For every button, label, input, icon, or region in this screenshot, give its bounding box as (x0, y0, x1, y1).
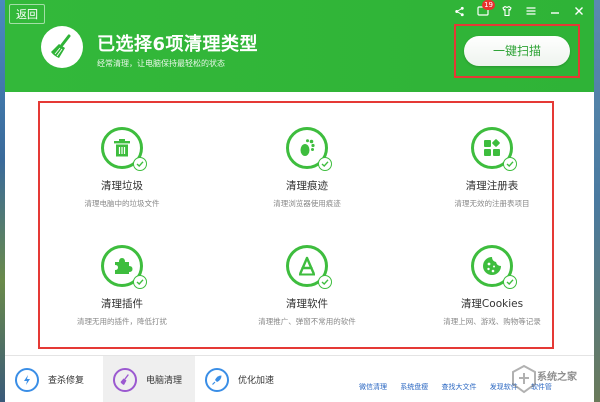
page-subtitle: 经常清理，让电脑保持最轻松的状态 (97, 59, 225, 68)
option-description: 清理推广、弹窗不常用的软件 (258, 317, 356, 326)
check-icon (318, 157, 332, 171)
option-description: 清理电脑中的垃圾文件 (84, 199, 160, 208)
check-icon (503, 157, 517, 171)
option-description: 清理浏览器使用痕迹 (273, 199, 341, 208)
option-title: 清理注册表 (465, 180, 519, 192)
page-title: 已选择6项清理类型 (97, 34, 259, 55)
notification-icon[interactable]: 19 (476, 0, 495, 18)
tool-link-wechat-cleanup[interactable]: 微信清理 (359, 383, 387, 391)
rocket-icon (205, 367, 229, 392)
check-icon (318, 275, 332, 289)
app-icon (286, 245, 332, 289)
tool-link-find-large-files[interactable]: 查找大文件 (441, 383, 476, 391)
menu-icon[interactable] (524, 4, 538, 18)
option-clean-cookies[interactable]: 清理Cookies 清理上网、游戏、购物等记录 (417, 245, 567, 327)
registry-icon (471, 127, 517, 171)
check-icon (503, 275, 517, 289)
option-clean-software[interactable]: 清理软件 清理推广、弹窗不常用的软件 (232, 245, 382, 327)
tab-label: 查杀修复 (48, 376, 85, 386)
skin-icon[interactable] (500, 4, 514, 18)
desktop-background-right (593, 0, 600, 402)
tab-label: 优化加速 (238, 376, 275, 386)
back-button[interactable]: 返回 (9, 4, 45, 24)
option-clean-traces[interactable]: 清理痕迹 清理浏览器使用痕迹 (232, 127, 382, 209)
notification-badge: 19 (482, 0, 495, 10)
option-clean-junk[interactable]: 清理垃圾 清理电脑中的垃圾文件 (47, 127, 197, 209)
watermark-text: 系统之家 (537, 372, 577, 383)
option-title: 清理Cookies (460, 298, 524, 310)
tab-optimize[interactable]: 优化加速 (195, 356, 291, 402)
watermark-logo: 系统之家 (511, 360, 593, 398)
tab-pc-cleanup[interactable]: 电脑清理 (103, 356, 195, 402)
check-icon (133, 157, 147, 171)
option-clean-registry[interactable]: 清理注册表 清理无效的注册表项目 (417, 127, 567, 209)
one-click-scan-button[interactable]: 一键扫描 (464, 36, 570, 66)
bottom-navigation: 查杀修复 电脑清理 优化加速 (5, 355, 594, 402)
option-description: 清理上网、游戏、购物等记录 (443, 317, 541, 326)
tool-link-system-disk[interactable]: 系统盘瘦 (400, 383, 428, 391)
option-description: 清理无效的注册表项目 (454, 199, 530, 208)
broom-logo-icon (41, 26, 83, 68)
puzzle-icon (101, 245, 147, 289)
check-icon (133, 275, 147, 289)
app-window: 返回 19 已选择6项清理类型 经常清理，让电脑保持最轻松的状态 一键扫描 清理… (5, 0, 594, 402)
share-icon[interactable] (452, 4, 466, 18)
window-controls: 19 (452, 0, 586, 18)
option-description: 清理无用的插件，降低打扰 (77, 317, 167, 326)
cookie-icon (471, 245, 517, 289)
option-title: 清理痕迹 (286, 180, 328, 192)
minimize-icon[interactable] (548, 4, 562, 18)
close-icon[interactable] (572, 4, 586, 18)
broom-icon (113, 367, 137, 392)
shield-bolt-icon (15, 367, 39, 392)
tab-label: 电脑清理 (146, 376, 183, 386)
option-title: 清理软件 (286, 298, 328, 310)
option-title: 清理插件 (101, 298, 143, 310)
tab-scan-repair[interactable]: 查杀修复 (5, 356, 103, 402)
option-title: 清理垃圾 (101, 180, 143, 192)
option-clean-plugins[interactable]: 清理插件 清理无用的插件，降低打扰 (47, 245, 197, 327)
footprint-icon (286, 127, 332, 171)
trash-icon (101, 127, 147, 171)
